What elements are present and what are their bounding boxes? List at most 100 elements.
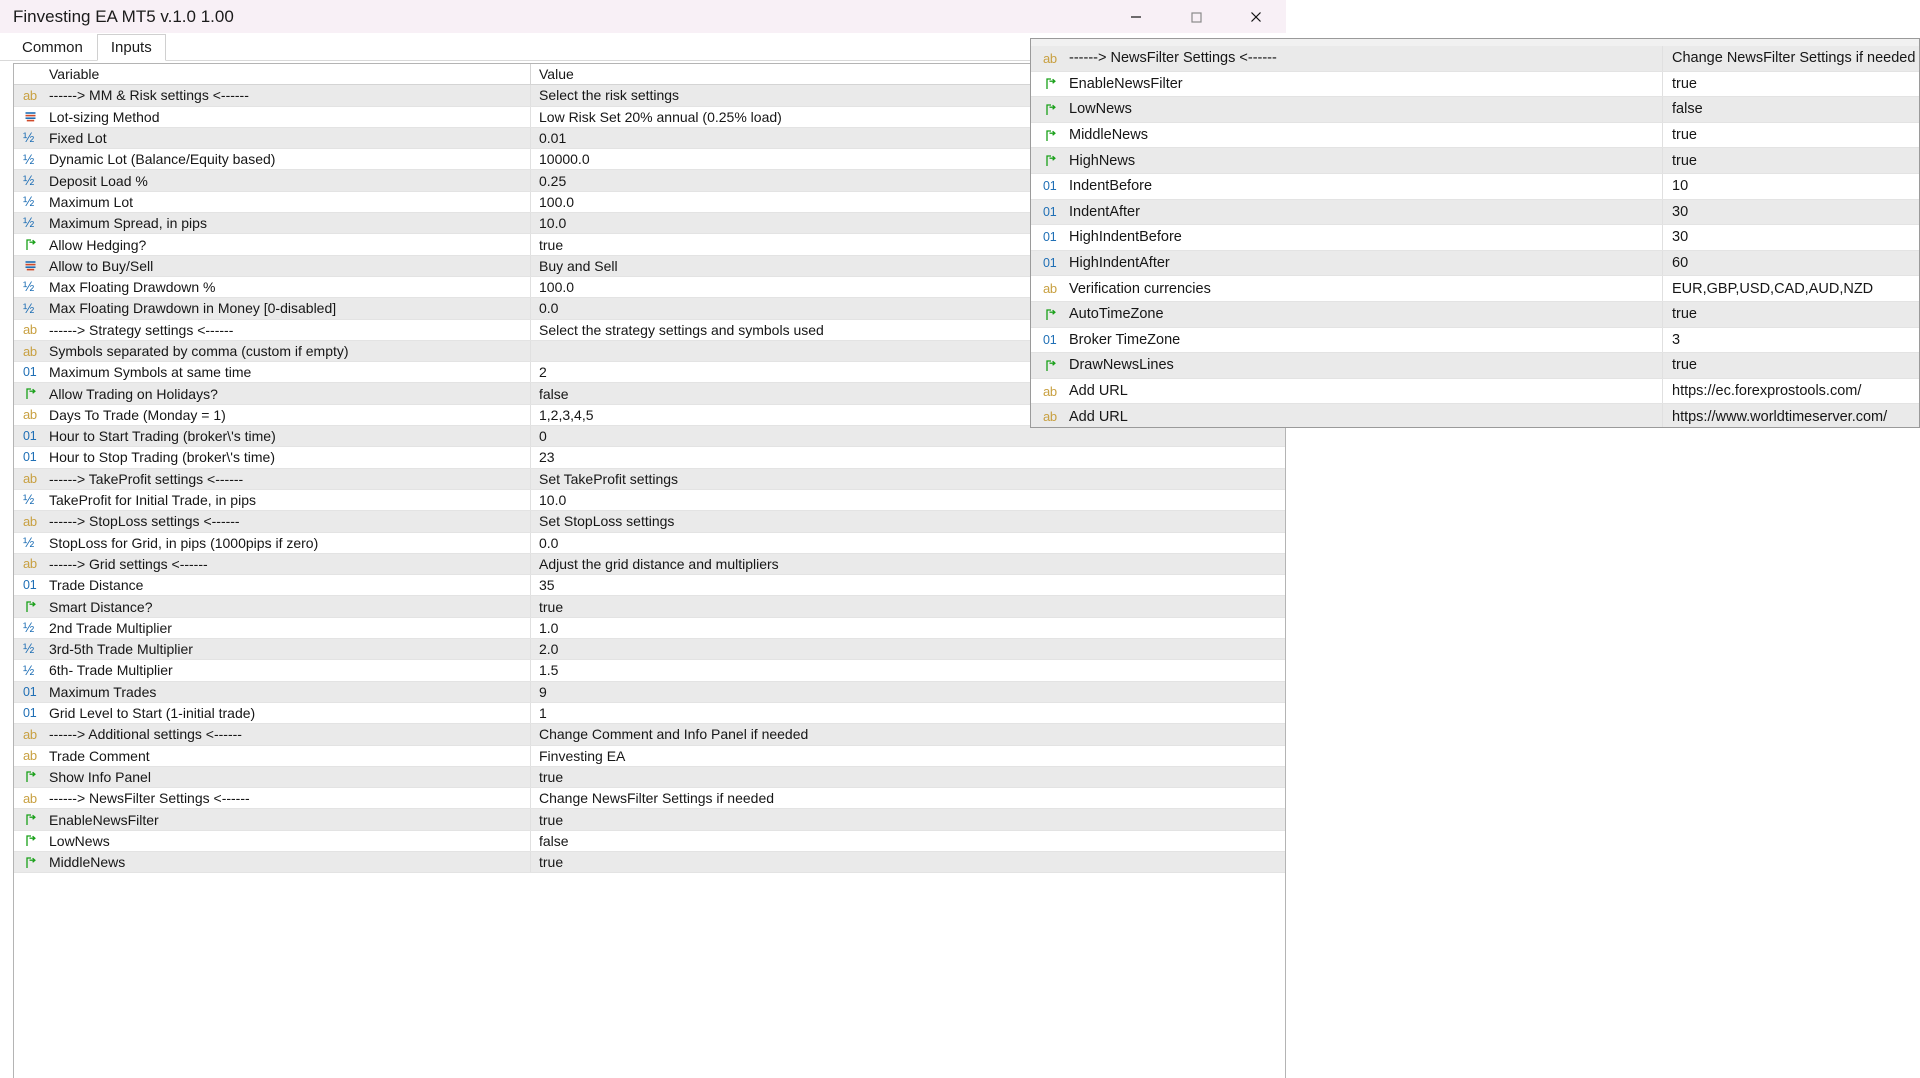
table-row[interactable]: AutoTimeZonetrue bbox=[1031, 302, 1919, 328]
row-value-cell[interactable]: 1.5 bbox=[531, 660, 1285, 680]
row-variable-cell[interactable]: ½Fixed Lot bbox=[14, 128, 531, 148]
row-variable-cell[interactable]: EnableNewsFilter bbox=[1031, 72, 1663, 97]
row-value-cell[interactable]: Change NewsFilter Settings if needed bbox=[1663, 46, 1919, 71]
row-variable-cell[interactable]: ab------> StopLoss settings <------ bbox=[14, 511, 531, 531]
row-variable-cell[interactable]: 01HighIndentAfter bbox=[1031, 251, 1663, 276]
table-row[interactable]: EnableNewsFiltertrue bbox=[1031, 72, 1919, 98]
row-variable-cell[interactable]: 01Hour to Start Trading (broker\'s time) bbox=[14, 426, 531, 446]
table-row[interactable]: abVerification currenciesEUR,GBP,USD,CAD… bbox=[1031, 276, 1919, 302]
row-variable-cell[interactable]: Allow to Buy/Sell bbox=[14, 256, 531, 276]
row-variable-cell[interactable]: Allow Trading on Holidays? bbox=[14, 383, 531, 403]
table-row[interactable]: DrawNewsLinestrue bbox=[1031, 353, 1919, 379]
row-variable-cell[interactable]: AutoTimeZone bbox=[1031, 302, 1663, 327]
table-row[interactable]: ½2nd Trade Multiplier1.0 bbox=[14, 618, 1285, 639]
row-variable-cell[interactable]: ab------> Additional settings <------ bbox=[14, 724, 531, 744]
row-value-cell[interactable]: Change NewsFilter Settings if needed bbox=[531, 788, 1285, 808]
row-value-cell[interactable]: 10 bbox=[1663, 174, 1919, 199]
table-row[interactable]: ½TakeProfit for Initial Trade, in pips10… bbox=[14, 490, 1285, 511]
table-row[interactable]: HighNewstrue bbox=[1031, 148, 1919, 174]
table-row[interactable]: EnableNewsFiltertrue bbox=[14, 809, 1285, 830]
table-row[interactable]: 01Grid Level to Start (1-initial trade)1 bbox=[14, 703, 1285, 724]
table-row[interactable]: Show Info Paneltrue bbox=[14, 767, 1285, 788]
row-value-cell[interactable]: true bbox=[531, 809, 1285, 829]
row-variable-cell[interactable]: abDays To Trade (Monday = 1) bbox=[14, 405, 531, 425]
table-row[interactable]: ab------> NewsFilter Settings <------Cha… bbox=[14, 788, 1285, 809]
row-variable-cell[interactable]: 01IndentAfter bbox=[1031, 200, 1663, 225]
row-value-cell[interactable]: Set TakeProfit settings bbox=[531, 469, 1285, 489]
table-row[interactable]: 01Trade Distance35 bbox=[14, 575, 1285, 596]
table-row[interactable]: 01IndentAfter30 bbox=[1031, 200, 1919, 226]
row-variable-cell[interactable]: EnableNewsFilter bbox=[14, 809, 531, 829]
row-variable-cell[interactable]: ½2nd Trade Multiplier bbox=[14, 618, 531, 638]
row-variable-cell[interactable]: 01Grid Level to Start (1-initial trade) bbox=[14, 703, 531, 723]
row-variable-cell[interactable]: 01Trade Distance bbox=[14, 575, 531, 595]
row-value-cell[interactable]: Change Comment and Info Panel if needed bbox=[531, 724, 1285, 744]
row-variable-cell[interactable]: 01Maximum Trades bbox=[14, 682, 531, 702]
row-value-cell[interactable]: 2.0 bbox=[531, 639, 1285, 659]
row-value-cell[interactable]: false bbox=[531, 831, 1285, 851]
table-row[interactable]: MiddleNewstrue bbox=[1031, 123, 1919, 149]
row-value-cell[interactable]: 10.0 bbox=[531, 490, 1285, 510]
row-value-cell[interactable]: EUR,GBP,USD,CAD,AUD,NZD bbox=[1663, 276, 1919, 301]
row-variable-cell[interactable]: abAdd URL bbox=[1031, 404, 1663, 428]
row-variable-cell[interactable]: ab------> MM & Risk settings <------ bbox=[14, 85, 531, 105]
row-value-cell[interactable]: 35 bbox=[531, 575, 1285, 595]
row-variable-cell[interactable]: abAdd URL bbox=[1031, 379, 1663, 404]
table-row[interactable]: ab------> TakeProfit settings <------Set… bbox=[14, 469, 1285, 490]
table-row[interactable]: ½3rd-5th Trade Multiplier2.0 bbox=[14, 639, 1285, 660]
row-variable-cell[interactable]: Lot-sizing Method bbox=[14, 107, 531, 127]
table-row[interactable]: 01HighIndentBefore30 bbox=[1031, 225, 1919, 251]
row-variable-cell[interactable]: ½StopLoss for Grid, in pips (1000pips if… bbox=[14, 533, 531, 553]
row-variable-cell[interactable]: ½3rd-5th Trade Multiplier bbox=[14, 639, 531, 659]
row-value-cell[interactable]: true bbox=[1663, 302, 1919, 327]
table-row[interactable]: LowNewsfalse bbox=[14, 831, 1285, 852]
row-variable-cell[interactable]: 01IndentBefore bbox=[1031, 174, 1663, 199]
row-value-cell[interactable]: 23 bbox=[531, 447, 1285, 467]
table-row[interactable]: 01HighIndentAfter60 bbox=[1031, 251, 1919, 277]
row-variable-cell[interactable]: abTrade Comment bbox=[14, 746, 531, 766]
row-value-cell[interactable]: true bbox=[531, 767, 1285, 787]
row-value-cell[interactable]: Set StopLoss settings bbox=[531, 511, 1285, 531]
tab-common[interactable]: Common bbox=[8, 33, 97, 60]
row-value-cell[interactable]: 60 bbox=[1663, 251, 1919, 276]
row-variable-cell[interactable]: LowNews bbox=[14, 831, 531, 851]
tab-inputs[interactable]: Inputs bbox=[97, 34, 166, 61]
table-row[interactable]: 01Broker TimeZone3 bbox=[1031, 328, 1919, 354]
table-row[interactable]: ab------> Grid settings <------Adjust th… bbox=[14, 554, 1285, 575]
row-value-cell[interactable]: Adjust the grid distance and multipliers bbox=[531, 554, 1285, 574]
row-value-cell[interactable]: true bbox=[1663, 148, 1919, 173]
row-variable-cell[interactable]: 01Maximum Symbols at same time bbox=[14, 362, 531, 382]
row-variable-cell[interactable]: abVerification currencies bbox=[1031, 276, 1663, 301]
minimize-button[interactable] bbox=[1106, 0, 1166, 33]
row-value-cell[interactable]: Finvesting EA bbox=[531, 746, 1285, 766]
row-value-cell[interactable]: 1 bbox=[531, 703, 1285, 723]
close-button[interactable] bbox=[1226, 0, 1286, 33]
row-variable-cell[interactable]: ½Max Floating Drawdown % bbox=[14, 277, 531, 297]
row-variable-cell[interactable]: ab------> NewsFilter Settings <------ bbox=[14, 788, 531, 808]
row-variable-cell[interactable]: ab------> NewsFilter Settings <------ bbox=[1031, 46, 1663, 71]
table-row[interactable]: 01Hour to Start Trading (broker\'s time)… bbox=[14, 426, 1285, 447]
row-variable-cell[interactable]: MiddleNews bbox=[1031, 123, 1663, 148]
row-value-cell[interactable]: 0 bbox=[531, 426, 1285, 446]
newsfilter-settings-panel[interactable]: ab------> NewsFilter Settings <------Cha… bbox=[1030, 46, 1920, 428]
table-row[interactable]: MiddleNewstrue bbox=[14, 852, 1285, 873]
row-variable-cell[interactable]: ab------> Strategy settings <------ bbox=[14, 320, 531, 340]
maximize-button[interactable] bbox=[1166, 0, 1226, 33]
row-value-cell[interactable]: 1.0 bbox=[531, 618, 1285, 638]
row-variable-cell[interactable]: ½Maximum Lot bbox=[14, 192, 531, 212]
row-variable-cell[interactable]: ½Maximum Spread, in pips bbox=[14, 213, 531, 233]
table-row[interactable]: LowNewsfalse bbox=[1031, 97, 1919, 123]
table-row[interactable]: Smart Distance?true bbox=[14, 596, 1285, 617]
row-variable-cell[interactable]: MiddleNews bbox=[14, 852, 531, 872]
row-variable-cell[interactable]: abSymbols separated by comma (custom if … bbox=[14, 341, 531, 361]
table-row[interactable]: abAdd URLhttps://www.worldtimeserver.com… bbox=[1031, 404, 1919, 428]
table-row[interactable]: 01IndentBefore10 bbox=[1031, 174, 1919, 200]
row-value-cell[interactable]: 9 bbox=[531, 682, 1285, 702]
table-row[interactable]: ab------> Additional settings <------Cha… bbox=[14, 724, 1285, 745]
table-row[interactable]: ab------> NewsFilter Settings <------Cha… bbox=[1031, 46, 1919, 72]
row-value-cell[interactable]: https://ec.forexprostools.com/ bbox=[1663, 379, 1919, 404]
row-variable-cell[interactable]: 01HighIndentBefore bbox=[1031, 225, 1663, 250]
row-variable-cell[interactable]: LowNews bbox=[1031, 97, 1663, 122]
row-value-cell[interactable]: 3 bbox=[1663, 328, 1919, 353]
row-value-cell[interactable]: true bbox=[1663, 353, 1919, 378]
